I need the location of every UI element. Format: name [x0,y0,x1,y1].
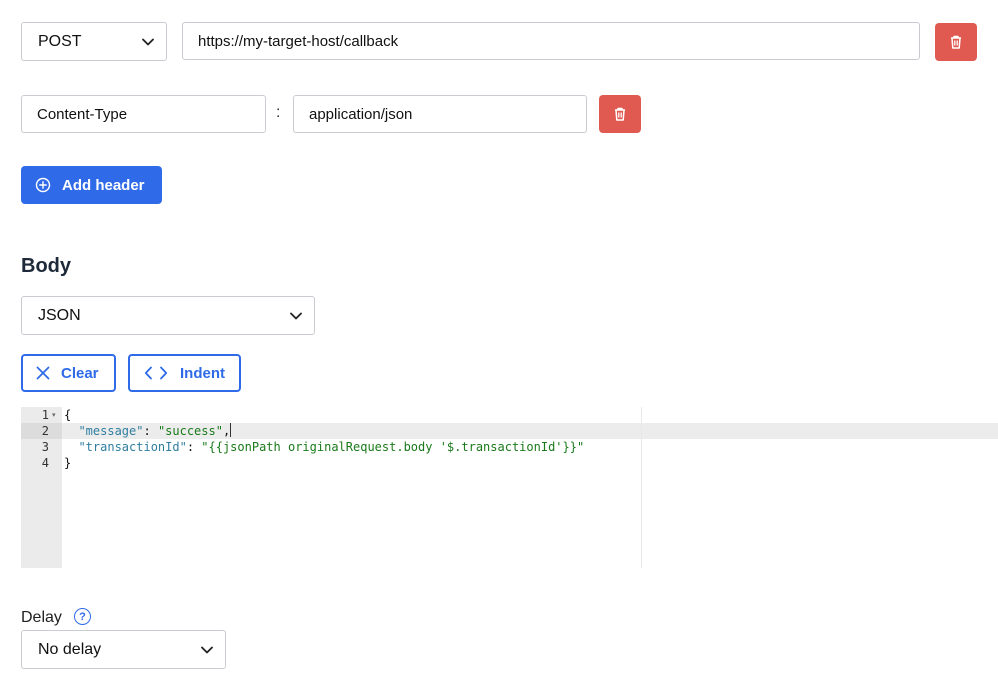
chevron-down-icon [290,312,302,319]
header-key-value: Content-Type [37,105,128,123]
code-line-3: "transactionId": "{{jsonPath originalReq… [64,439,584,455]
fold-arrow-icon[interactable]: ▾ [52,412,56,419]
body-code-editor[interactable]: 1 ▾ 2 3 4 { "message": "success", "trans… [21,407,998,568]
json-comma: , [222,424,231,438]
code-line-4: } [64,455,71,471]
json-key: "message" [78,424,144,438]
body-format-select[interactable]: JSON [21,296,315,335]
json-string: "{{jsonPath originalRequest.body '$.tran… [201,440,585,454]
json-colon: : [186,440,202,454]
line-number: 1 [41,408,49,422]
line-number: 4 [41,456,49,470]
code-text: { [64,408,72,422]
text-cursor [230,423,232,437]
body-section-title: Body [21,255,71,277]
chevron-down-icon [201,646,213,653]
delay-label: Delay [21,609,62,626]
url-input[interactable]: https://my-target-host/callback [182,22,920,60]
method-select[interactable]: POST [21,22,167,61]
url-input-value: https://my-target-host/callback [198,32,399,50]
json-string: "success" [157,424,223,438]
method-select-value: POST [38,32,82,50]
code-icon [144,366,168,380]
header-separator: : [276,104,281,121]
delete-request-button[interactable] [935,23,977,61]
chevron-down-icon [142,38,154,45]
line-number: 3 [41,440,49,454]
indent-button[interactable]: Indent [128,354,241,392]
code-line-1: { [64,407,71,423]
delay-select[interactable]: No delay [21,630,226,669]
close-icon [36,366,50,380]
clear-label: Clear [61,364,99,382]
delete-header-button[interactable] [599,95,641,133]
header-key-input[interactable]: Content-Type [21,95,266,133]
body-format-value: JSON [38,306,81,324]
line-number: 2 [41,424,49,438]
plus-circle-icon [35,177,51,193]
help-icon[interactable]: ? [74,608,91,625]
trash-icon [951,35,961,49]
print-margin [641,407,642,568]
header-value-input[interactable]: application/json [293,95,587,133]
delay-select-value: No delay [38,640,102,658]
trash-icon [615,107,625,121]
json-colon: : [143,424,158,438]
code-line-2: "message": "success", [64,423,232,439]
add-header-label: Add header [62,176,145,194]
json-key: "transactionId" [78,440,187,454]
header-value-value: application/json [309,105,413,123]
clear-button[interactable]: Clear [21,354,116,392]
add-header-button[interactable]: Add header [21,166,162,204]
indent-label: Indent [180,364,225,382]
code-text: } [64,456,72,470]
